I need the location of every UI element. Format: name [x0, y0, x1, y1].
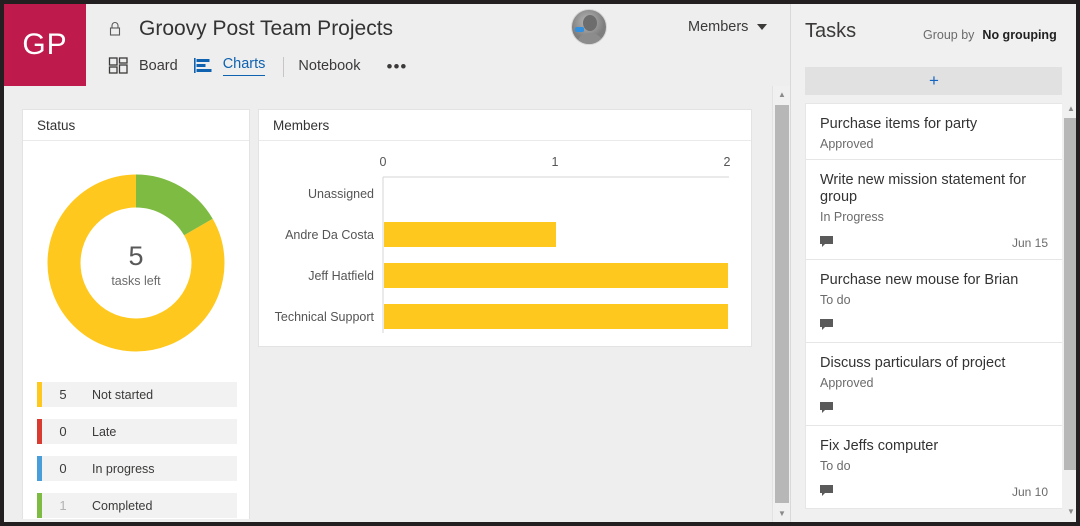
- task-status: Approved: [820, 137, 874, 151]
- legend-label-late: Late: [92, 424, 117, 439]
- charts-vertical-scrollbar[interactable]: ▲ ▼: [772, 86, 791, 522]
- task-status: In Progress: [820, 210, 884, 224]
- legend-row-in-progress[interactable]: 0 In progress: [37, 456, 237, 481]
- legend-count-not-started: 5: [59, 387, 67, 402]
- task-status: Approved: [820, 376, 874, 390]
- tasks-panel-title: Tasks: [805, 20, 857, 42]
- scrollbar-down-arrow-icon[interactable]: ▼: [773, 505, 791, 522]
- plan-tabs: Board Charts Notebook •••: [108, 52, 407, 82]
- status-card-title: Status: [23, 110, 249, 141]
- chevron-down-icon: [757, 24, 768, 30]
- bar-technical-support: [384, 304, 728, 329]
- xtick-1: 1: [552, 155, 559, 169]
- tab-divider: [283, 57, 285, 77]
- comment-icon: [820, 483, 833, 501]
- legend-row-not-started[interactable]: 5 Not started: [37, 382, 237, 407]
- comment-icon: [820, 317, 833, 335]
- bar-chart-icon: [192, 56, 214, 76]
- comment-icon: [820, 234, 833, 252]
- ytick-tech: Technical Support: [275, 310, 375, 324]
- task-title: Fix Jeffs computer: [820, 438, 939, 454]
- xtick-2: 2: [724, 155, 731, 169]
- tasks-panel-header: Tasks Group by No grouping: [791, 4, 1076, 58]
- scrollbar-thumb[interactable]: [775, 105, 789, 503]
- xtick-0: 0: [380, 155, 387, 169]
- members-bar-chart: 0 1 2 Unassigned Andre Da Costa Jeff Hat…: [259, 141, 751, 346]
- task-status: To do: [820, 459, 851, 473]
- task-card[interactable]: Write new mission statement for group In…: [805, 160, 1063, 260]
- legend-row-completed[interactable]: 1 Completed: [37, 493, 237, 518]
- task-footer: Jun 15: [820, 235, 1048, 251]
- legend-row-late[interactable]: 0 Late: [37, 419, 237, 444]
- tasks-panel: Tasks Group by No grouping + Purchase it…: [790, 4, 1076, 522]
- tab-charts[interactable]: Charts: [192, 56, 266, 78]
- members-bar-svg: 0 1 2 Unassigned Andre Da Costa Jeff Hat…: [275, 155, 731, 333]
- legend-count-completed: 1: [59, 498, 67, 513]
- group-by-dropdown[interactable]: Group by No grouping: [923, 28, 1074, 42]
- plan-brand-tile: GP: [4, 4, 86, 86]
- planner-app-window: GP Groovy Post Team Projects Board Chart…: [0, 0, 1080, 526]
- more-options-icon[interactable]: •••: [387, 57, 408, 77]
- legend-label-in-progress: In progress: [92, 461, 155, 476]
- main-region: GP Groovy Post Team Projects Board Chart…: [4, 4, 791, 522]
- task-list: Purchase items for party Approved Write …: [805, 103, 1063, 522]
- tab-charts-label: Charts: [222, 56, 266, 76]
- page-title: Groovy Post Team Projects: [139, 17, 394, 40]
- task-title: Discuss particulars of project: [820, 355, 1006, 371]
- plan-initials: GP: [22, 28, 68, 61]
- donut-center-label: tasks left: [111, 274, 161, 288]
- status-donut-chart: 5 tasks left: [23, 140, 249, 385]
- task-due-date: Jun 10: [1011, 485, 1048, 499]
- group-by-label: Group by: [923, 28, 975, 42]
- donut-svg: 5 tasks left: [47, 174, 225, 351]
- tab-notebook-label: Notebook: [298, 58, 361, 74]
- tasks-vertical-scrollbar[interactable]: ▲ ▼: [1062, 4, 1076, 522]
- plan-title-row: Groovy Post Team Projects: [108, 12, 393, 46]
- legend-count-in-progress: 0: [59, 461, 67, 476]
- task-title: Write new mission statement for group: [820, 172, 1027, 205]
- scrollbar-down-arrow-icon[interactable]: ▼: [1062, 503, 1076, 520]
- donut-center-value: 5: [128, 241, 143, 271]
- tab-notebook[interactable]: Notebook: [298, 58, 360, 76]
- charts-area: Status 5 tasks left 5 Not started 0 Late…: [4, 86, 772, 522]
- members-chart-card: Members 0 1 2 Unassigned Andre Da Costa: [258, 109, 752, 347]
- members-card-title: Members: [259, 110, 751, 141]
- ytick-andre: Andre Da Costa: [285, 228, 374, 242]
- bar-andre-da-costa: [384, 222, 556, 247]
- add-task-button[interactable]: +: [805, 67, 1063, 95]
- task-title: Purchase items for party: [820, 116, 978, 132]
- task-footer: Jun 10: [820, 484, 1048, 500]
- task-title: Purchase new mouse for Brian: [820, 272, 1019, 288]
- comment-icon: [820, 400, 833, 418]
- lock-icon: [108, 21, 122, 37]
- task-card[interactable]: Purchase new mouse for Brian To do: [805, 260, 1063, 343]
- task-card[interactable]: Discuss particulars of project Approved: [805, 343, 1063, 426]
- task-footer: [820, 401, 1048, 417]
- scrollbar-up-arrow-icon[interactable]: ▲: [1062, 100, 1076, 117]
- ytick-jeff: Jeff Hatfield: [308, 269, 374, 283]
- legend-count-late: 0: [59, 424, 67, 439]
- status-legend: 5 Not started 0 Late 0 In progress 1 Com…: [37, 382, 237, 522]
- ytick-unassigned: Unassigned: [308, 187, 374, 201]
- task-card[interactable]: Purchase items for party Approved: [805, 103, 1063, 160]
- tab-board[interactable]: Board: [108, 56, 178, 78]
- task-due-date: Jun 15: [1011, 236, 1048, 250]
- avatar[interactable]: [571, 9, 607, 45]
- legend-label-not-started: Not started: [92, 387, 154, 402]
- board-grid-icon: [108, 56, 130, 76]
- bar-jeff-hatfield: [384, 263, 728, 288]
- members-dropdown[interactable]: Members: [688, 19, 768, 35]
- scrollbar-up-arrow-icon[interactable]: ▲: [773, 86, 791, 103]
- status-chart-card: Status 5 tasks left 5 Not started 0 Late…: [22, 109, 250, 519]
- task-status: To do: [820, 293, 851, 307]
- task-card[interactable]: Fix Jeffs computer To do Jun 10: [805, 426, 1063, 509]
- legend-label-completed: Completed: [92, 498, 153, 513]
- plan-header: Groovy Post Team Projects Board Charts N…: [86, 4, 790, 86]
- group-by-value: No grouping: [982, 28, 1057, 42]
- scrollbar-thumb[interactable]: [1064, 118, 1076, 470]
- members-dropdown-label: Members: [688, 19, 749, 35]
- task-footer: [820, 318, 1048, 334]
- tab-board-label: Board: [139, 58, 178, 74]
